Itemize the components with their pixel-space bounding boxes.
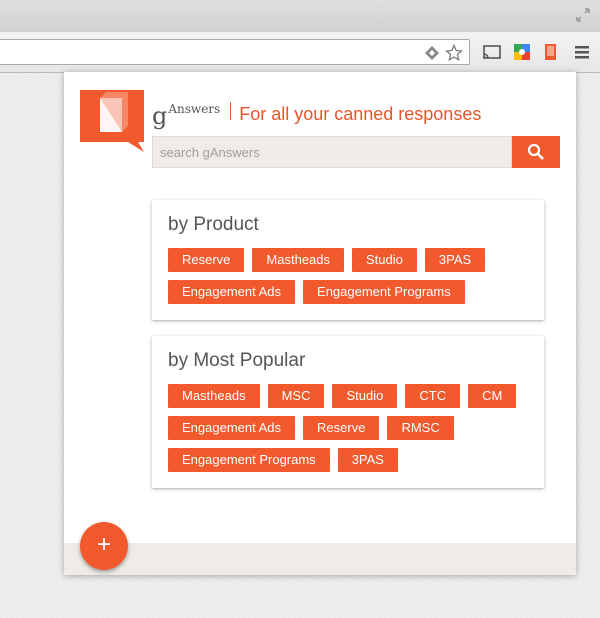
section-title: by Product: [168, 214, 259, 235]
by-product-card: by Product Reserve Mastheads Studio 3PAS…: [152, 200, 544, 320]
tag-reserve[interactable]: Reserve: [303, 416, 380, 440]
tag-ctc[interactable]: CTC: [405, 384, 461, 408]
brand-header: g Answers For all your canned responses: [152, 98, 481, 128]
tag-engagement-programs[interactable]: Engagement Programs: [168, 448, 330, 472]
search-button[interactable]: [512, 136, 560, 168]
add-response-button[interactable]: +: [80, 522, 128, 570]
ganswers-extension-icon[interactable]: [540, 42, 560, 62]
tag-engagement-ads[interactable]: Engagement Ads: [168, 416, 296, 440]
menu-icon[interactable]: [572, 42, 592, 62]
tag-reserve[interactable]: Reserve: [168, 248, 245, 272]
cast-icon[interactable]: [482, 42, 502, 62]
search-input[interactable]: [152, 136, 512, 168]
tag-3pas[interactable]: 3PAS: [337, 448, 398, 472]
tag-engagement-ads[interactable]: Engagement Ads: [168, 280, 296, 304]
window-titlebar: [0, 0, 600, 32]
tag-msc[interactable]: MSC: [267, 384, 325, 408]
tag-list: Reserve Mastheads Studio 3PAS Engagement…: [168, 248, 538, 312]
tag-studio[interactable]: Studio: [332, 384, 398, 408]
tag-cm[interactable]: CM: [468, 384, 517, 408]
tag-list: Mastheads MSC Studio CTC CM Engagement A…: [168, 384, 538, 480]
tag-mastheads[interactable]: Mastheads: [252, 248, 345, 272]
address-bar[interactable]: [0, 39, 470, 65]
popup-footer: [64, 543, 576, 575]
brand-answers: Answers: [168, 102, 221, 116]
tagline: For all your canned responses: [239, 104, 482, 124]
resize-icon[interactable]: [576, 8, 590, 22]
puzzle-extension-icon[interactable]: [512, 42, 532, 62]
by-most-popular-card: by Most Popular Mastheads MSC Studio CTC…: [152, 336, 544, 488]
search-icon: [527, 143, 544, 160]
brand-g: g: [152, 102, 168, 130]
tag-studio[interactable]: Studio: [352, 248, 417, 272]
browser-toolbar: [0, 32, 600, 73]
brand-separator: [230, 102, 232, 120]
tag-rmsc[interactable]: RMSC: [387, 416, 454, 440]
tag-mastheads[interactable]: Mastheads: [168, 384, 260, 408]
tag-engagement-programs[interactable]: Engagement Programs: [303, 280, 465, 304]
ganswers-popup: g Answers For all your canned responses …: [64, 72, 576, 575]
translate-icon[interactable]: [423, 44, 441, 62]
section-title: by Most Popular: [168, 350, 306, 371]
tag-3pas[interactable]: 3PAS: [424, 248, 486, 272]
ganswers-logo-icon: [80, 90, 144, 152]
bookmark-star-icon[interactable]: [444, 43, 464, 62]
